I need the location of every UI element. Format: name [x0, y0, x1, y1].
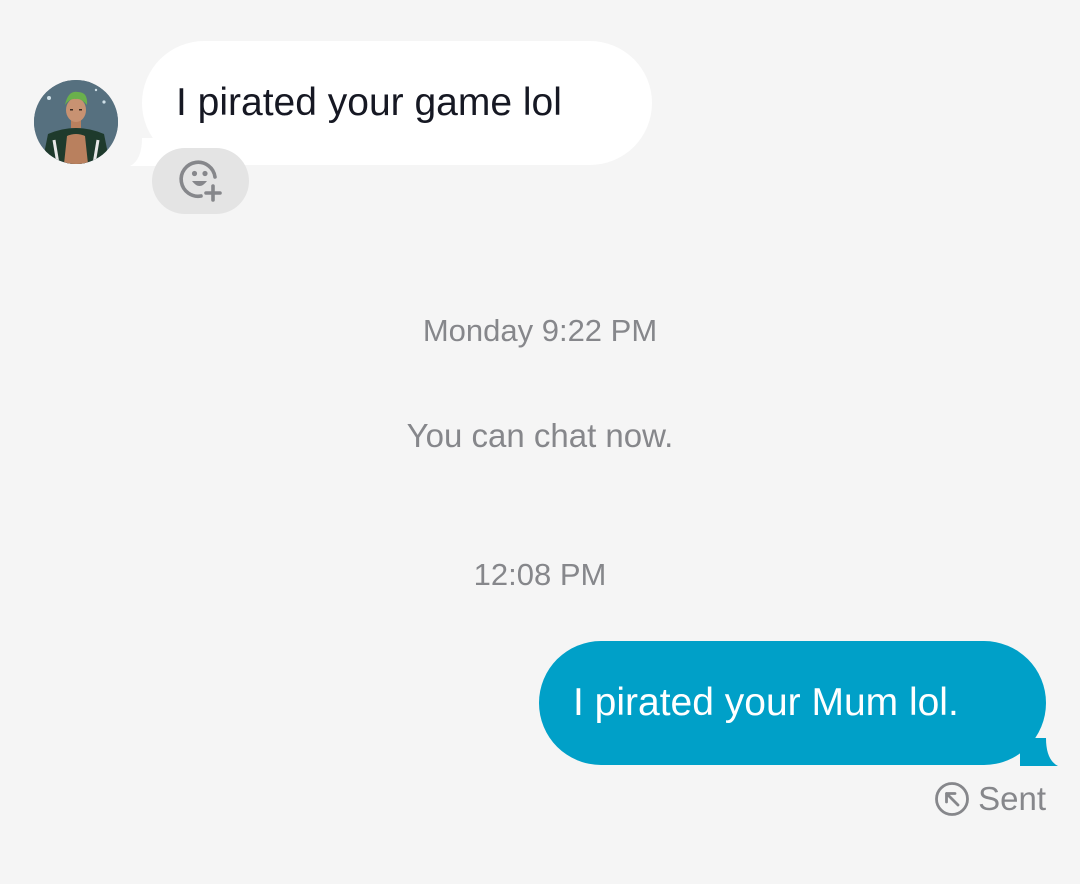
avatar-image: [34, 80, 118, 164]
system-message: You can chat now.: [406, 417, 674, 454]
status-label: Sent: [978, 780, 1046, 817]
timestamp-divider: 12:08 PM: [473, 557, 607, 592]
add-reaction-button[interactable]: [152, 148, 249, 214]
outgoing-message-text: I pirated your Mum lol.: [573, 681, 959, 724]
sent-arrow-icon: [935, 782, 970, 816]
avatar[interactable]: [34, 80, 118, 164]
timestamp-divider: Monday 9:22 PM: [422, 313, 658, 348]
add-reaction-icon: [178, 160, 222, 202]
incoming-message-text: I pirated your game lol: [176, 81, 562, 124]
incoming-message-bubble[interactable]: I pirated your game lol: [142, 41, 652, 165]
message-status: Sent: [934, 780, 1046, 818]
outgoing-message-bubble[interactable]: I pirated your Mum lol.: [539, 641, 1046, 765]
